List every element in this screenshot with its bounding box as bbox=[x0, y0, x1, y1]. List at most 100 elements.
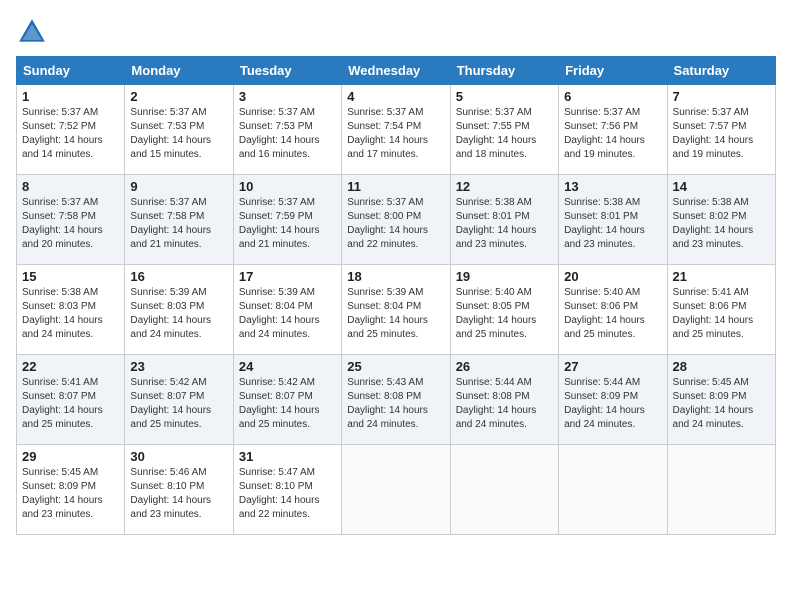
day-cell: 25Sunrise: 5:43 AM Sunset: 8:08 PM Dayli… bbox=[342, 355, 450, 445]
day-number: 2 bbox=[130, 89, 227, 104]
day-info: Sunrise: 5:39 AM Sunset: 8:04 PM Dayligh… bbox=[239, 286, 336, 342]
day-cell: 14 Sunrise: 5:38 AM Sunset: 8:02 PM Dayli… bbox=[667, 175, 775, 265]
day-info: Sunrise: 5:37 AM Sunset: 7:52 PM Dayligh… bbox=[22, 106, 119, 162]
day-number: 16 bbox=[130, 269, 227, 284]
day-cell: 9 Sunrise: 5:37 AM Sunset: 7:58 PM Daylig… bbox=[125, 175, 233, 265]
day-cell: 13 Sunrise: 5:38 AM Sunset: 8:01 PM Dayli… bbox=[559, 175, 667, 265]
day-info: Sunrise: 5:37 AM Sunset: 7:53 PM Dayligh… bbox=[130, 106, 227, 162]
day-info: Sunrise: 5:42 AM Sunset: 8:07 PM Dayligh… bbox=[130, 376, 227, 432]
day-cell: 11 Sunrise: 5:37 AM Sunset: 8:00 PM Dayli… bbox=[342, 175, 450, 265]
day-info: Sunrise: 5:39 AM Sunset: 8:03 PM Dayligh… bbox=[130, 286, 227, 342]
day-info: Sunrise: 5:41 AM Sunset: 8:06 PM Dayligh… bbox=[673, 286, 770, 342]
day-cell: 29 Sunrise: 5:45 AM Sunset: 8:09 PM Dayli… bbox=[17, 445, 125, 535]
day-cell: 4 Sunrise: 5:37 AM Sunset: 7:54 PM Daylig… bbox=[342, 85, 450, 175]
day-info: Sunrise: 5:37 AM Sunset: 8:00 PM Dayligh… bbox=[347, 196, 444, 252]
day-info: Sunrise: 5:45 AM Sunset: 8:09 PM Dayligh… bbox=[673, 376, 770, 432]
day-info: Sunrise: 5:38 AM Sunset: 8:01 PM Dayligh… bbox=[564, 196, 661, 252]
header-day-friday: Friday bbox=[559, 57, 667, 85]
header-day-saturday: Saturday bbox=[667, 57, 775, 85]
week-row-5: 29 Sunrise: 5:45 AM Sunset: 8:09 PM Dayli… bbox=[17, 445, 776, 535]
week-row-3: 15Sunrise: 5:38 AM Sunset: 8:03 PM Dayli… bbox=[17, 265, 776, 355]
day-number: 21 bbox=[673, 269, 770, 284]
day-number: 3 bbox=[239, 89, 336, 104]
day-number: 8 bbox=[22, 179, 119, 194]
day-cell: 8Sunrise: 5:37 AM Sunset: 7:58 PM Daylig… bbox=[17, 175, 125, 265]
day-cell: 30 Sunrise: 5:46 AM Sunset: 8:10 PM Dayli… bbox=[125, 445, 233, 535]
day-number: 18 bbox=[347, 269, 444, 284]
day-info: Sunrise: 5:37 AM Sunset: 7:55 PM Dayligh… bbox=[456, 106, 553, 162]
calendar-table: SundayMondayTuesdayWednesdayThursdayFrid… bbox=[16, 56, 776, 535]
day-info: Sunrise: 5:44 AM Sunset: 8:08 PM Dayligh… bbox=[456, 376, 553, 432]
day-number: 23 bbox=[130, 359, 227, 374]
day-number: 20 bbox=[564, 269, 661, 284]
day-cell: 20 Sunrise: 5:40 AM Sunset: 8:06 PM Dayli… bbox=[559, 265, 667, 355]
day-number: 30 bbox=[130, 449, 227, 464]
day-cell: 21 Sunrise: 5:41 AM Sunset: 8:06 PM Dayli… bbox=[667, 265, 775, 355]
day-info: Sunrise: 5:46 AM Sunset: 8:10 PM Dayligh… bbox=[130, 466, 227, 522]
day-cell bbox=[450, 445, 558, 535]
logo bbox=[16, 16, 52, 48]
page-header bbox=[16, 16, 776, 48]
day-cell: 26 Sunrise: 5:44 AM Sunset: 8:08 PM Dayli… bbox=[450, 355, 558, 445]
day-cell: 2 Sunrise: 5:37 AM Sunset: 7:53 PM Daylig… bbox=[125, 85, 233, 175]
day-number: 11 bbox=[347, 179, 444, 194]
day-number: 24 bbox=[239, 359, 336, 374]
day-info: Sunrise: 5:37 AM Sunset: 7:59 PM Dayligh… bbox=[239, 196, 336, 252]
day-cell: 15Sunrise: 5:38 AM Sunset: 8:03 PM Dayli… bbox=[17, 265, 125, 355]
day-number: 4 bbox=[347, 89, 444, 104]
day-number: 13 bbox=[564, 179, 661, 194]
day-info: Sunrise: 5:37 AM Sunset: 7:53 PM Dayligh… bbox=[239, 106, 336, 162]
day-number: 31 bbox=[239, 449, 336, 464]
day-info: Sunrise: 5:39 AM Sunset: 8:04 PM Dayligh… bbox=[347, 286, 444, 342]
day-number: 6 bbox=[564, 89, 661, 104]
day-cell: 27 Sunrise: 5:44 AM Sunset: 8:09 PM Dayli… bbox=[559, 355, 667, 445]
header-day-monday: Monday bbox=[125, 57, 233, 85]
day-info: Sunrise: 5:37 AM Sunset: 7:56 PM Dayligh… bbox=[564, 106, 661, 162]
day-info: Sunrise: 5:44 AM Sunset: 8:09 PM Dayligh… bbox=[564, 376, 661, 432]
day-number: 29 bbox=[22, 449, 119, 464]
day-cell: 19Sunrise: 5:40 AM Sunset: 8:05 PM Dayli… bbox=[450, 265, 558, 355]
header-day-tuesday: Tuesday bbox=[233, 57, 341, 85]
logo-icon bbox=[16, 16, 48, 48]
day-cell: 1 Sunrise: 5:37 AM Sunset: 7:52 PM Daylig… bbox=[17, 85, 125, 175]
day-number: 5 bbox=[456, 89, 553, 104]
day-number: 10 bbox=[239, 179, 336, 194]
day-info: Sunrise: 5:45 AM Sunset: 8:09 PM Dayligh… bbox=[22, 466, 119, 522]
day-number: 17 bbox=[239, 269, 336, 284]
day-number: 28 bbox=[673, 359, 770, 374]
day-cell bbox=[559, 445, 667, 535]
day-cell: 3 Sunrise: 5:37 AM Sunset: 7:53 PM Daylig… bbox=[233, 85, 341, 175]
day-number: 9 bbox=[130, 179, 227, 194]
week-row-2: 8 Sunrise: 5:37 AM Sunset: 7:58 PM Daylig… bbox=[17, 175, 776, 265]
header-row: SundayMondayTuesdayWednesdayThursdayFrid… bbox=[17, 57, 776, 85]
header-day-wednesday: Wednesday bbox=[342, 57, 450, 85]
day-info: Sunrise: 5:42 AM Sunset: 8:07 PM Dayligh… bbox=[239, 376, 336, 432]
week-row-4: 22Sunrise: 5:41 AM Sunset: 8:07 PM Dayli… bbox=[17, 355, 776, 445]
day-cell: 18 Sunrise: 5:39 AM Sunset: 8:04 PM Dayli… bbox=[342, 265, 450, 355]
day-info: Sunrise: 5:37 AM Sunset: 7:58 PM Dayligh… bbox=[130, 196, 227, 252]
day-cell: 5 Sunrise: 5:37 AM Sunset: 7:55 PM Daylig… bbox=[450, 85, 558, 175]
day-info: Sunrise: 5:47 AM Sunset: 8:10 PM Dayligh… bbox=[239, 466, 336, 522]
day-info: Sunrise: 5:38 AM Sunset: 8:02 PM Dayligh… bbox=[673, 196, 770, 252]
day-cell bbox=[342, 445, 450, 535]
day-cell: 24 Sunrise: 5:42 AM Sunset: 8:07 PM Dayli… bbox=[233, 355, 341, 445]
day-cell: 12Sunrise: 5:38 AM Sunset: 8:01 PM Dayli… bbox=[450, 175, 558, 265]
day-number: 25 bbox=[347, 359, 444, 374]
day-number: 14 bbox=[673, 179, 770, 194]
day-cell: 10 Sunrise: 5:37 AM Sunset: 7:59 PM Dayli… bbox=[233, 175, 341, 265]
day-cell: 6 Sunrise: 5:37 AM Sunset: 7:56 PM Daylig… bbox=[559, 85, 667, 175]
day-info: Sunrise: 5:38 AM Sunset: 8:03 PM Dayligh… bbox=[22, 286, 119, 342]
day-number: 19 bbox=[456, 269, 553, 284]
day-cell: 28 Sunrise: 5:45 AM Sunset: 8:09 PM Dayli… bbox=[667, 355, 775, 445]
day-info: Sunrise: 5:38 AM Sunset: 8:01 PM Dayligh… bbox=[456, 196, 553, 252]
header-day-thursday: Thursday bbox=[450, 57, 558, 85]
day-info: Sunrise: 5:41 AM Sunset: 8:07 PM Dayligh… bbox=[22, 376, 119, 432]
day-number: 26 bbox=[456, 359, 553, 374]
day-cell: 17 Sunrise: 5:39 AM Sunset: 8:04 PM Dayli… bbox=[233, 265, 341, 355]
day-info: Sunrise: 5:37 AM Sunset: 7:54 PM Dayligh… bbox=[347, 106, 444, 162]
day-cell: 22Sunrise: 5:41 AM Sunset: 8:07 PM Dayli… bbox=[17, 355, 125, 445]
day-number: 1 bbox=[22, 89, 119, 104]
day-info: Sunrise: 5:40 AM Sunset: 8:06 PM Dayligh… bbox=[564, 286, 661, 342]
day-number: 27 bbox=[564, 359, 661, 374]
header-day-sunday: Sunday bbox=[17, 57, 125, 85]
